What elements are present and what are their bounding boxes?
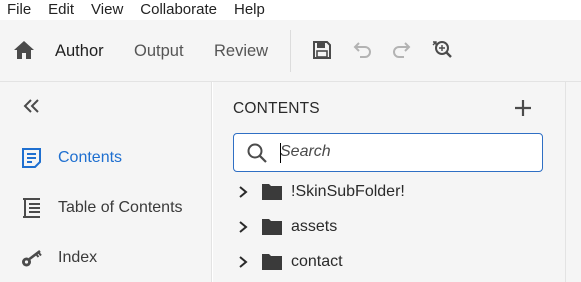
tree-item[interactable]: assets [233,212,553,242]
sidebar-item-index[interactable]: Index [0,238,212,278]
tree-item[interactable]: !SkinSubFolder! [233,177,553,207]
key-icon [20,247,44,269]
toolbar: Author Output Review [0,20,581,82]
table-of-contents-icon [20,197,44,219]
toolbar-divider [290,30,291,72]
tab-author[interactable]: Author [55,40,104,62]
panel-title: CONTENTS [233,100,320,117]
tree-item-label: assets [291,218,338,235]
undo-icon[interactable] [351,39,373,61]
plus-icon[interactable] [512,97,534,119]
sidebar-item-label: Index [58,249,98,266]
double-chevron-left-icon[interactable] [22,97,42,115]
menu-help[interactable]: Help [234,1,265,19]
text-caret [280,143,281,163]
folder-icon [261,182,283,201]
search-input[interactable] [280,140,530,164]
menu-file[interactable]: File [7,1,31,19]
menu-bar: File Edit View Collaborate Help [0,0,581,20]
tab-output[interactable]: Output [134,40,184,62]
tree-item-label: !SkinSubFolder! [291,183,405,200]
contents-panel: CONTENTS !SkinSubFolder! assets [213,82,565,282]
chevron-right-icon[interactable] [237,255,249,269]
save-icon[interactable] [311,39,333,61]
chevron-right-icon[interactable] [237,185,249,199]
folder-icon [261,252,283,271]
sidebar-item-table-of-contents[interactable]: Table of Contents [0,188,212,228]
sidebar-item-label: Table of Contents [58,199,183,216]
redo-icon[interactable] [391,39,413,61]
chevron-right-icon[interactable] [237,220,249,234]
right-panel-edge [565,82,581,282]
sidebar-item-label: Contents [58,149,123,166]
sidebar-item-contents[interactable]: Contents [0,138,212,178]
left-sidebar: Contents Table of Contents Index [0,82,212,282]
contents-icon [20,147,44,169]
tree-item[interactable]: contact [233,247,553,277]
menu-view[interactable]: View [91,1,123,19]
find-replace-icon[interactable] [431,39,453,61]
menu-edit[interactable]: Edit [48,1,74,19]
search-icon [246,142,268,164]
tab-review[interactable]: Review [214,40,268,62]
menu-collaborate[interactable]: Collaborate [140,1,217,19]
home-icon[interactable] [12,39,36,61]
tree-item-label: contact [291,253,343,270]
folder-icon [261,217,283,236]
search-box[interactable] [233,133,543,172]
